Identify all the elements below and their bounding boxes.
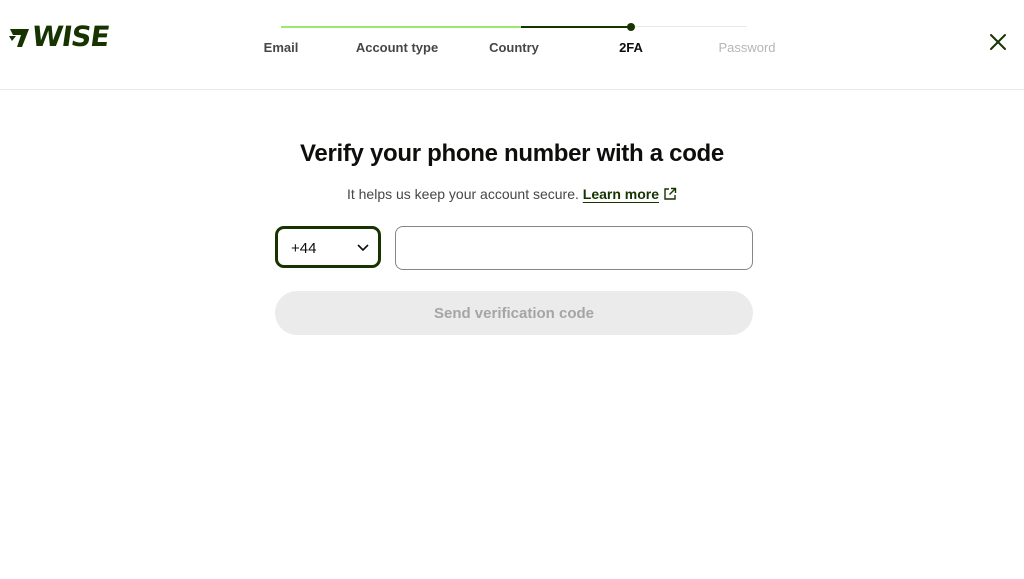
page-title: Verify your phone number with a code: [300, 140, 724, 167]
step-account-type: Account type: [355, 40, 439, 55]
progress-track-current: [521, 26, 631, 28]
country-code-select[interactable]: +44: [276, 227, 380, 267]
progress-stepper: Email Account type Country 2FA Password: [0, 0, 1024, 89]
chevron-down-icon: [357, 244, 369, 252]
country-code-value: +44: [291, 240, 317, 257]
close-icon: [990, 34, 1006, 50]
step-country: Country: [489, 40, 539, 55]
header: WISE Email Account type Country 2FA Pass…: [0, 0, 1024, 90]
step-email: Email: [263, 40, 299, 55]
external-link-icon: [664, 187, 677, 200]
step-password: Password: [718, 40, 776, 55]
learn-more-link[interactable]: Learn more: [583, 186, 677, 202]
phone-number-input[interactable]: [395, 226, 753, 270]
close-button[interactable]: [986, 30, 1010, 54]
send-verification-code-button[interactable]: Send verification code: [275, 291, 753, 335]
progress-track-remaining: [631, 26, 747, 27]
progress-track-complete: [281, 26, 521, 28]
subtitle-text: It helps us keep your account secure.: [346, 186, 579, 202]
step-2fa: 2FA: [619, 40, 643, 55]
page-subtitle: It helps us keep your account secure. Le…: [0, 186, 1024, 202]
current-step-dot: [627, 23, 635, 31]
learn-more-label: Learn more: [582, 186, 660, 202]
